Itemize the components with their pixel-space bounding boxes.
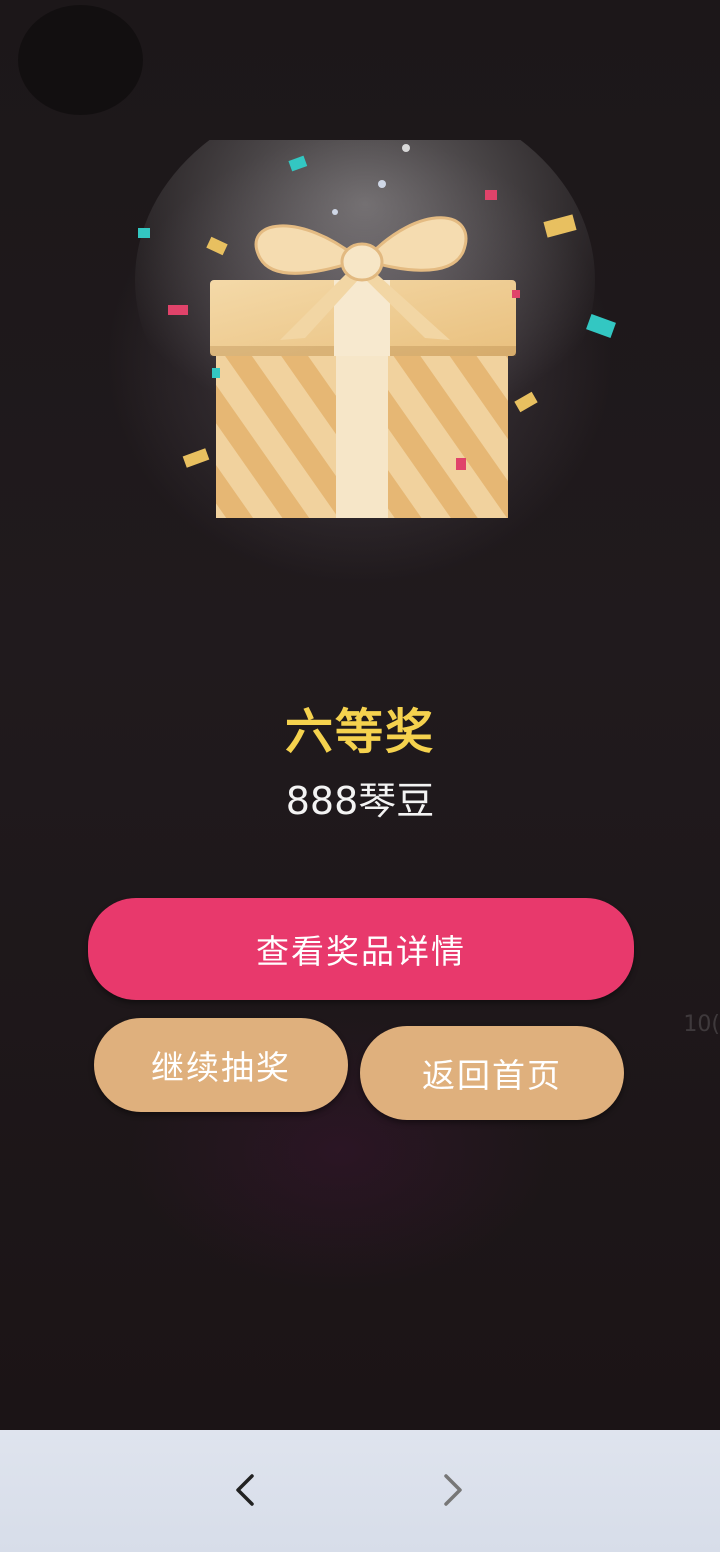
chevron-right-icon (444, 1474, 462, 1506)
side-hint-text: 10( (683, 1012, 720, 1037)
prize-description: 888琴豆 (285, 779, 435, 823)
back-home-button[interactable]: 返回首页 (360, 1026, 624, 1120)
prize-title: 六等奖 (284, 704, 435, 760)
continue-draw-button[interactable]: 继续抽奖 (94, 1018, 348, 1112)
chevron-left-icon (236, 1474, 254, 1506)
browser-nav-bar (0, 1430, 720, 1552)
prize-result-screen: 六等奖 888琴豆 查看奖品详情 继续抽奖 返回首页 10( (0, 0, 720, 1430)
nav-forward-button[interactable] (428, 1460, 478, 1520)
background-shape (18, 5, 143, 115)
nav-back-button[interactable] (220, 1460, 270, 1520)
view-prize-details-button[interactable]: 查看奖品详情 (88, 898, 634, 1000)
gift-box-icon (135, 140, 616, 518)
